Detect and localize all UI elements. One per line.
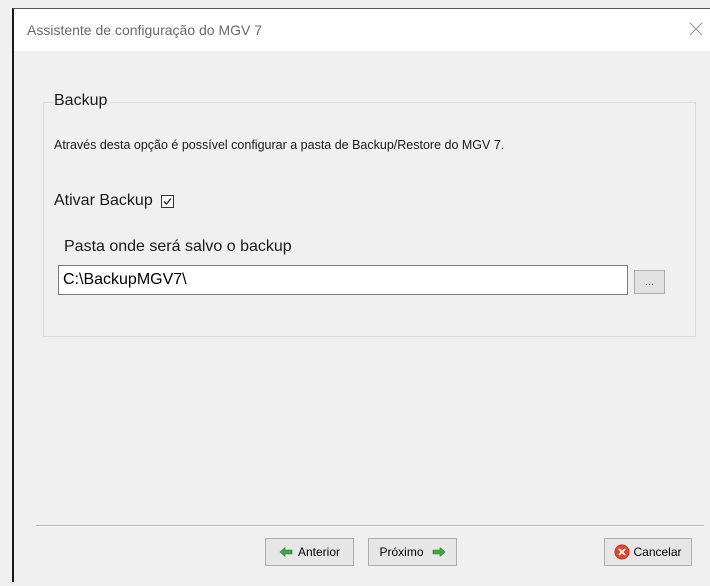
next-button-label: Próximo <box>379 545 424 559</box>
next-button[interactable]: Próximo <box>368 538 457 566</box>
arrow-right-icon <box>432 546 445 558</box>
cancel-button[interactable]: Cancelar <box>604 538 692 566</box>
close-icon[interactable] <box>686 19 706 39</box>
previous-button[interactable]: Anterior <box>265 538 354 566</box>
setup-wizard-window: Assistente de configuração do MGV 7 Back… <box>12 8 710 582</box>
cancel-icon <box>614 544 630 560</box>
backup-description: Através desta opção é possível configura… <box>54 138 505 152</box>
window-title: Assistente de configuração do MGV 7 <box>27 22 263 38</box>
backup-path-label: Pasta onde será salvo o backup <box>64 238 292 255</box>
browse-button[interactable]: ... <box>634 270 665 294</box>
enable-backup-row: Ativar Backup <box>54 190 174 212</box>
footer-divider <box>36 525 704 527</box>
backup-group-title: Backup <box>54 92 111 110</box>
backup-path-input[interactable] <box>58 265 628 295</box>
title-bar: Assistente de configuração do MGV 7 <box>14 9 710 51</box>
checkmark-icon <box>163 197 172 205</box>
enable-backup-label[interactable]: Ativar Backup <box>54 192 153 210</box>
arrow-left-icon <box>279 546 293 558</box>
cancel-button-label: Cancelar <box>633 545 682 559</box>
enable-backup-checkbox[interactable] <box>160 194 174 208</box>
previous-button-label: Anterior <box>297 545 341 559</box>
